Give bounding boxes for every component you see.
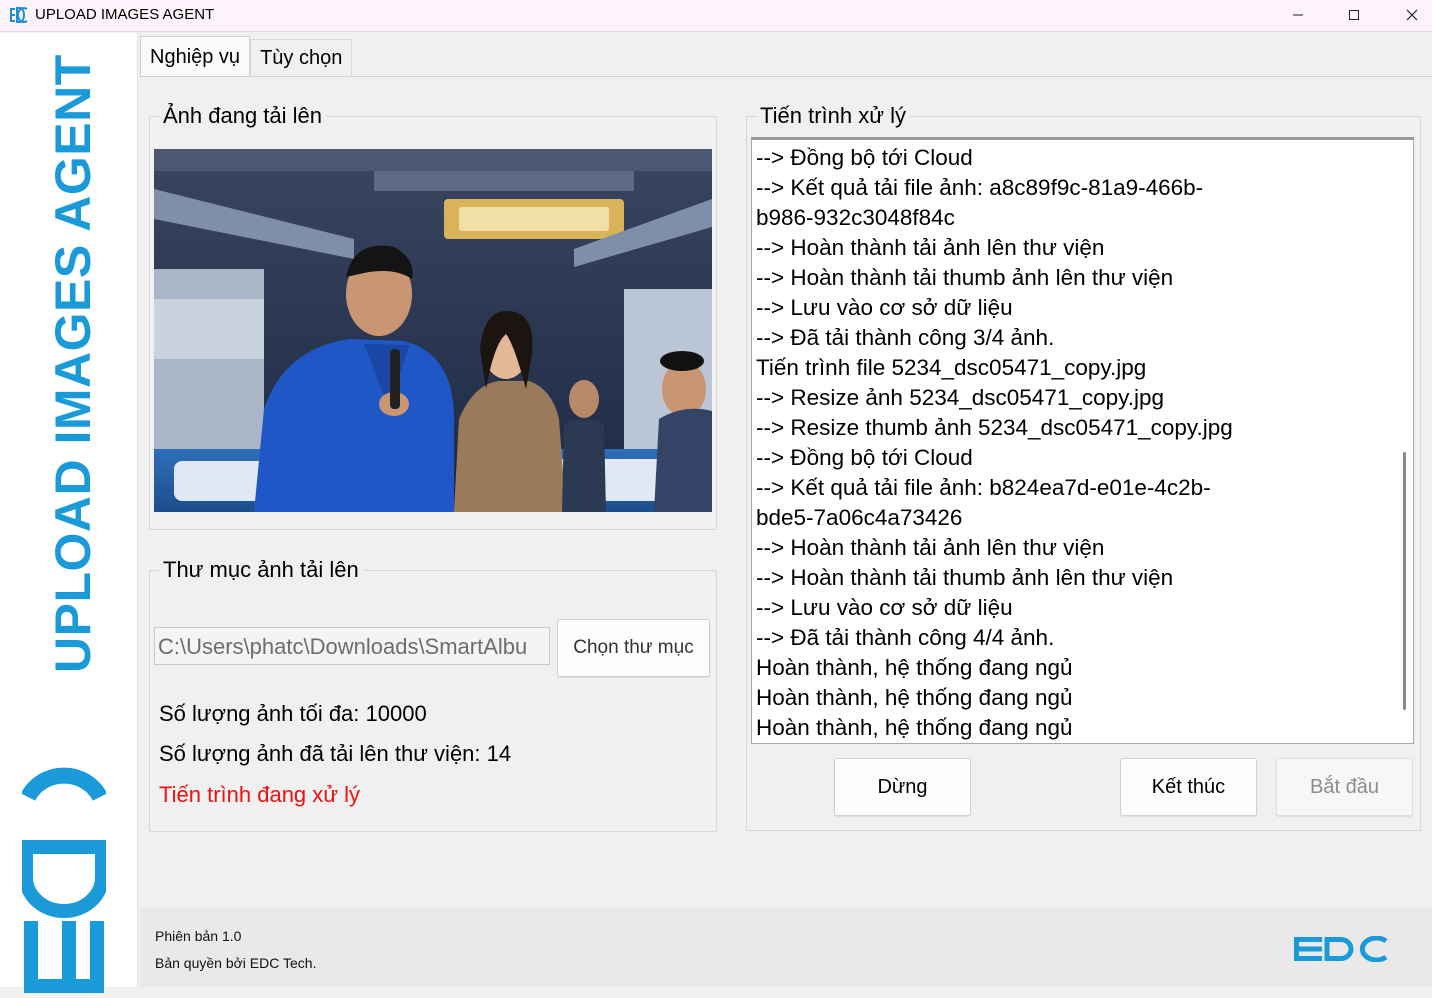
edc-vertical-logo: [19, 753, 109, 998]
log-scrollbar[interactable]: [1393, 140, 1413, 743]
log-line: Hoàn thành, hệ thống đang ngủ: [756, 655, 1073, 680]
log-line: --> Hoàn thành tải thumb ảnh lên thư việ…: [756, 565, 1174, 590]
log-line: --> Đồng bộ tới Cloud: [756, 145, 973, 170]
log-scroll-thumb[interactable]: [1403, 452, 1406, 710]
brand-sidebar: UPLOAD IMAGES AGENT: [0, 33, 138, 993]
log-line: --> Hoàn thành tải ảnh lên thư viện: [756, 535, 1105, 560]
process-legend: Tiến trình xử lý: [756, 103, 910, 129]
process-log[interactable]: --> Đồng bộ tới Cloud --> Kết quả tải fil…: [751, 137, 1414, 744]
log-line: --> Kết quả tải file ảnh: b824ea7d-e01e-…: [756, 475, 1211, 500]
log-line: --> Hoàn thành tải thumb ảnh lên thư việ…: [756, 265, 1174, 290]
log-line: --> Đã tải thành công 3/4 ảnh.: [756, 325, 1055, 350]
tab-nghiep-vu[interactable]: Nghiệp vụ: [140, 36, 251, 77]
uploading-image-legend: Ảnh đang tải lên: [159, 103, 327, 129]
footer: Phiên bản 1.0 Bản quyền bởi EDC Tech.: [140, 908, 1432, 987]
brand-vertical-title: UPLOAD IMAGES AGENT: [45, 54, 101, 673]
log-line: --> Resize ảnh 5234_dsc05471_copy.jpg: [756, 385, 1164, 410]
log-line: --> Lưu vào cơ sở dữ liệu: [756, 295, 1013, 320]
log-line: --> Hoàn thành tải ảnh lên thư viện: [756, 235, 1105, 260]
log-line: --> Lưu vào cơ sở dữ liệu: [756, 595, 1013, 620]
log-line: Hoàn thành, hệ thống đang ngủ: [756, 715, 1073, 740]
minimize-icon[interactable]: [1270, 0, 1326, 30]
choose-folder-button[interactable]: Chọn thư mục: [557, 619, 710, 677]
start-button[interactable]: Bắt đầu: [1276, 758, 1413, 816]
uploading-image-preview: [154, 149, 712, 512]
tab-strip: Nghiệp vụ Tùy chọn: [140, 36, 353, 77]
upload-folder-legend: Thư mục ảnh tải lên: [159, 557, 363, 583]
title-bar: UPLOAD IMAGES AGENT: [0, 0, 1432, 32]
log-line: b986-932c3048f84c: [756, 205, 955, 230]
maximize-icon[interactable]: [1326, 0, 1382, 30]
log-line: --> Đồng bộ tới Cloud: [756, 445, 973, 470]
tab-tuy-chon[interactable]: Tùy chọn: [250, 39, 353, 76]
copyright-label: Bản quyền bởi EDC Tech.: [155, 955, 317, 971]
folder-path-field[interactable]: C:\Users\phatc\Downloads\SmartAlbu: [154, 627, 550, 665]
window-title: UPLOAD IMAGES AGENT: [35, 6, 215, 23]
log-line: --> Resize thumb ảnh 5234_dsc05471_copy.…: [756, 415, 1233, 440]
max-images-label: Số lượng ảnh tối đa: 10000: [159, 701, 427, 726]
version-label: Phiên bản 1.0: [155, 928, 242, 944]
log-line: Hoàn thành, hệ thống đang ngủ: [756, 685, 1073, 710]
log-line: bde5-7a06c4a73426: [756, 505, 963, 530]
log-line: --> Đã tải thành công 4/4 ảnh.: [756, 625, 1055, 650]
finish-button[interactable]: Kết thúc: [1120, 758, 1257, 816]
uploaded-count-label: Số lượng ảnh đã tải lên thư viện: 14: [159, 741, 512, 766]
edc-logo-icon: [10, 7, 28, 23]
close-icon[interactable]: [1384, 0, 1432, 30]
log-line: Tiến trình file 5234_dsc05471_copy.jpg: [756, 355, 1147, 380]
stop-button[interactable]: Dừng: [834, 758, 971, 816]
edc-footer-logo: [1294, 935, 1388, 967]
log-lines: --> Đồng bộ tới Cloud --> Kết quả tải fil…: [756, 143, 1386, 743]
process-status-label: Tiến trình đang xử lý: [159, 782, 361, 807]
log-line: --> Kết quả tải file ảnh: a8c89f9c-81a9-…: [756, 175, 1204, 200]
